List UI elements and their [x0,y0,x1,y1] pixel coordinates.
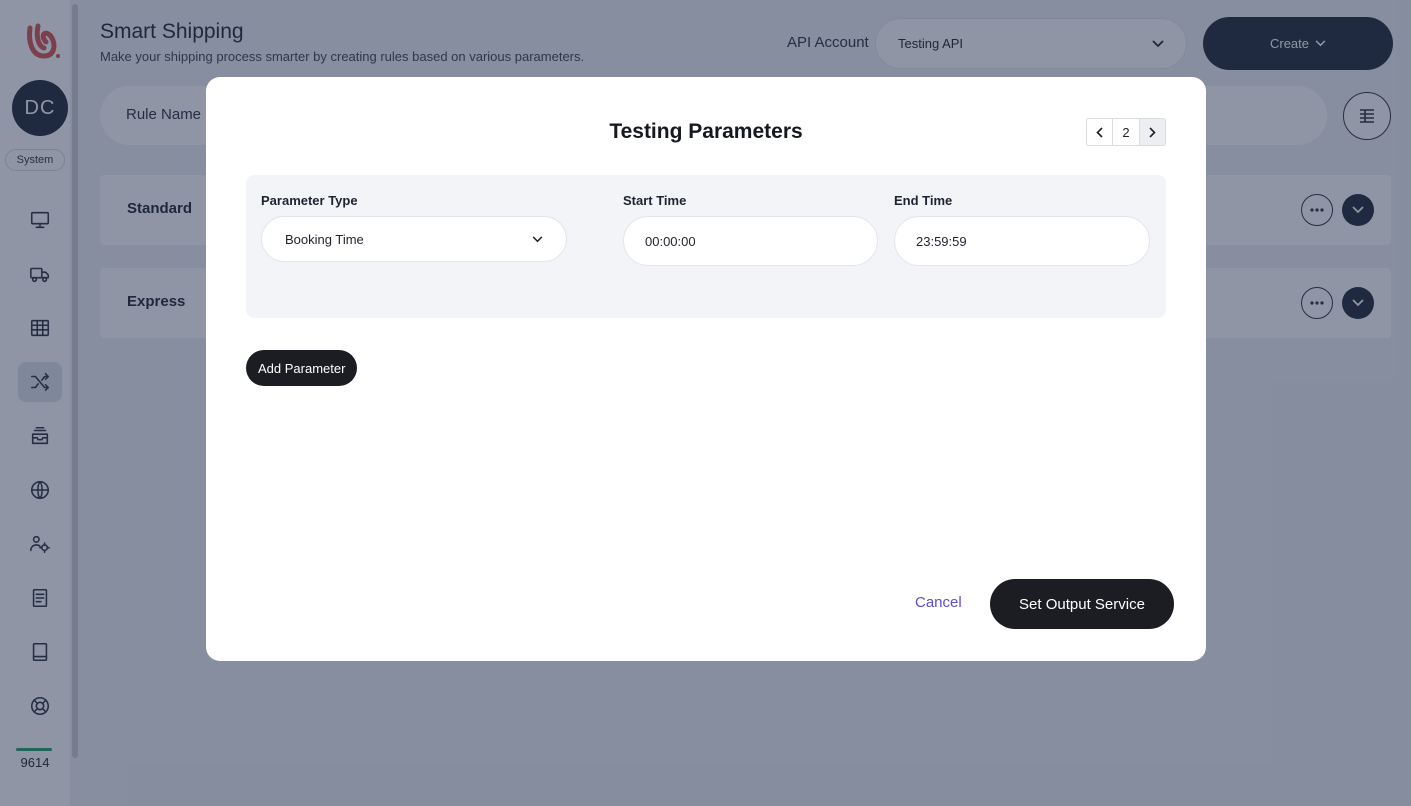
pagination: 2 [1086,118,1166,146]
chevron-left-icon [1096,126,1103,138]
next-page-button[interactable] [1139,119,1165,145]
start-time-value: 00:00:00 [645,233,696,249]
end-time-input[interactable]: 23:59:59 [894,216,1150,266]
current-page: 2 [1122,124,1130,140]
end-time-label: End Time [894,193,953,208]
start-time-input[interactable]: 00:00:00 [623,216,878,266]
modal-title: Testing Parameters [609,120,803,143]
end-time-value: 23:59:59 [916,233,967,249]
set-output-service-button[interactable]: Set Output Service [990,579,1174,629]
testing-parameters-modal: Testing Parameters 2 Parameter Type Book… [206,77,1206,661]
parameter-type-label: Parameter Type [261,193,358,208]
parameter-row: Parameter Type Booking Time Start Time 0… [246,175,1166,318]
parameter-type-select[interactable]: Booking Time [261,216,567,262]
previous-page-button[interactable] [1087,119,1113,145]
start-time-label: Start Time [623,193,687,208]
add-parameter-button[interactable]: Add Parameter [246,350,358,386]
chevron-right-icon [1149,126,1156,138]
chevron-down-icon [532,235,543,242]
cancel-button[interactable]: Cancel [915,594,962,611]
parameter-type-value: Booking Time [285,231,364,247]
